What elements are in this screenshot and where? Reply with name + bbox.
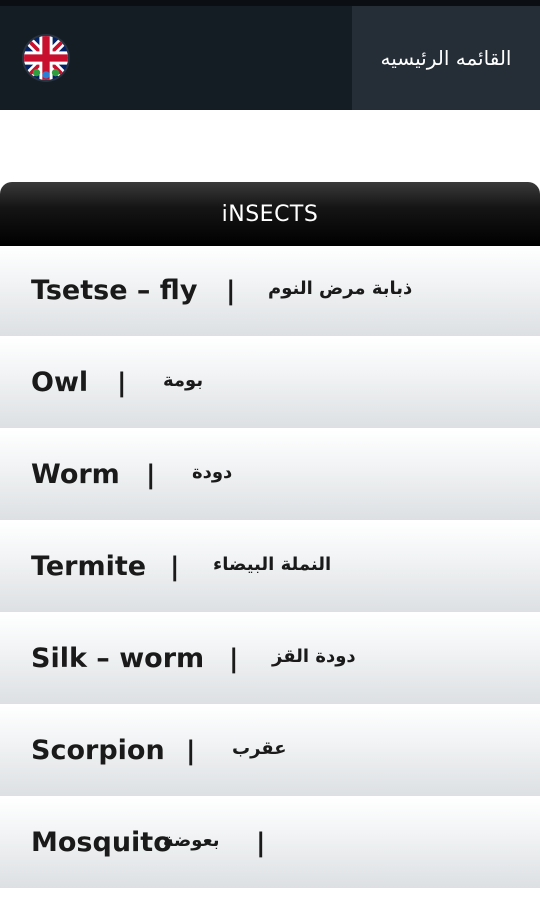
arabic-word: دودة xyxy=(192,462,233,483)
separator: | xyxy=(229,644,239,674)
separator: | xyxy=(226,276,236,306)
arabic-word: ذبابة مرض النوم xyxy=(268,278,413,299)
section-header: iNSECTS xyxy=(0,182,540,246)
list-item[interactable]: Worm | دودة xyxy=(0,430,540,522)
list-item[interactable]: Termite | النملة البيضاء xyxy=(0,522,540,614)
uk-flag-icon[interactable] xyxy=(24,36,68,80)
arabic-word: عقرب xyxy=(232,738,287,759)
arabic-word: دودة القز xyxy=(272,646,356,667)
main-menu-label: القائمه الرئيسيه xyxy=(380,46,512,70)
list-item[interactable]: Tsetse – fly | ذبابة مرض النوم xyxy=(0,246,540,338)
english-word: Scorpion xyxy=(31,735,165,766)
english-word: Silk – worm xyxy=(31,643,205,674)
english-word: Owl xyxy=(31,367,89,398)
separator: | xyxy=(256,828,266,858)
separator: | xyxy=(146,460,156,490)
separator: | xyxy=(186,736,196,766)
separator: | xyxy=(117,368,127,398)
arabic-word: النملة البيضاء xyxy=(213,554,332,575)
arabic-word: بومة xyxy=(163,370,204,391)
list-item[interactable]: Scorpion | عقرب xyxy=(0,706,540,798)
list-item[interactable]: Owl | بومة xyxy=(0,338,540,430)
list-item[interactable]: Silk – worm | دودة القز xyxy=(0,614,540,706)
separator: | xyxy=(170,552,180,582)
english-word: Mosquito xyxy=(31,827,172,858)
top-bar: القائمه الرئيسيه xyxy=(0,0,540,110)
arabic-word: بعوضة xyxy=(163,830,220,851)
english-word: Tsetse – fly xyxy=(31,275,198,306)
main-menu-button[interactable]: القائمه الرئيسيه xyxy=(352,6,540,110)
section-title: iNSECTS xyxy=(221,201,319,227)
insects-list: Tsetse – fly | ذبابة مرض النوم Owl | بوم… xyxy=(0,246,540,890)
english-word: Worm xyxy=(31,459,120,490)
english-word: Termite xyxy=(31,551,147,582)
list-item[interactable]: Mosquito بعوضة | xyxy=(0,798,540,890)
